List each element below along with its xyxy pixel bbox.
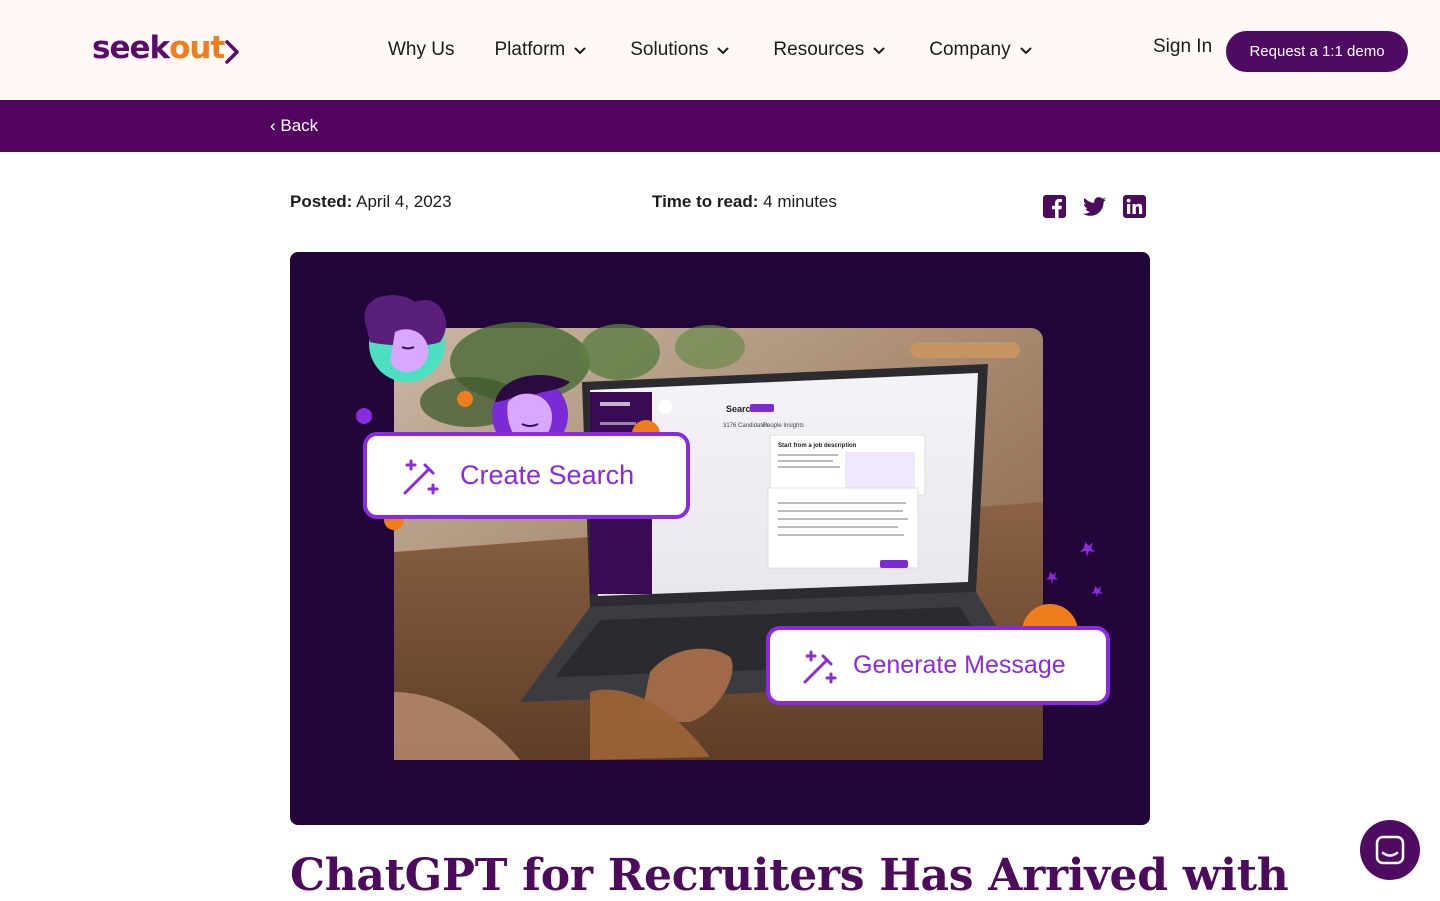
generate-message-label: Generate Message [853,651,1066,679]
generate-message-pill: Generate Message [766,626,1110,705]
nav-solutions[interactable]: Solutions [630,39,729,61]
sign-in-link[interactable]: Sign In [1153,36,1212,58]
back-link[interactable]: ‹ Back [270,116,318,136]
nav-label: Company [929,39,1011,60]
twitter-icon[interactable] [1082,194,1107,219]
screen-panel-heading: Start from a job description [778,443,857,449]
read-time-value: 4 minutes [763,192,837,211]
site-header: seek out Why Us Platform Solutions Resour… [0,0,1440,100]
seekout-logo[interactable]: seek out [92,30,240,70]
chevron-down-icon [873,47,885,54]
article-title: ChatGPT for Recruiters Has Arrived with [290,850,1289,901]
main-nav: Why Us Platform Solutions Resources Comp… [388,36,1032,64]
read-time-label: Time to read: [652,192,759,211]
posted-value: April 4, 2023 [356,192,452,211]
nav-label: Solutions [630,39,709,60]
share-buttons [1042,194,1147,219]
decor-dot [356,408,372,424]
nav-label: Why Us [388,39,455,60]
screen-insights-tab: People Insights [763,423,804,429]
logo-text-seek: seek [92,30,170,66]
chat-icon [1375,835,1405,865]
chevron-down-icon [1020,47,1032,54]
nav-platform[interactable]: Platform [495,39,587,61]
chat-launcher-button[interactable] [1360,820,1420,880]
nav-label: Platform [494,39,566,60]
posted-date: Posted: April 4, 2023 [290,192,452,212]
back-bar: ‹ Back [0,100,1440,152]
logo-text-out: out [169,30,225,66]
facebook-icon[interactable] [1042,194,1067,219]
linkedin-icon[interactable] [1122,194,1147,219]
hero-illustration: Search 3176 Candidates People Insights S… [356,295,1110,760]
create-search-label: Create Search [460,460,634,490]
nav-why-us[interactable]: Why Us [388,39,455,61]
chevron-down-icon [574,47,586,54]
decor-dot [457,391,473,407]
sparkle-icons [1046,542,1103,598]
read-time: Time to read: 4 minutes [652,192,837,212]
logo-chevron-icon [225,40,240,64]
chevron-down-icon [717,47,729,54]
request-demo-button[interactable]: Request a 1:1 demo [1226,31,1408,72]
posted-label: Posted: [290,192,353,211]
create-search-pill: Create Search [363,432,690,519]
avatar-illustration [364,295,446,382]
nav-label: Resources [773,39,865,60]
hero-image: Search 3176 Candidates People Insights S… [290,252,1150,825]
nav-resources[interactable]: Resources [773,39,885,61]
screen-candidates-tab: 3176 Candidates [723,423,768,429]
nav-company[interactable]: Company [929,39,1032,61]
decor-dot [658,400,672,414]
